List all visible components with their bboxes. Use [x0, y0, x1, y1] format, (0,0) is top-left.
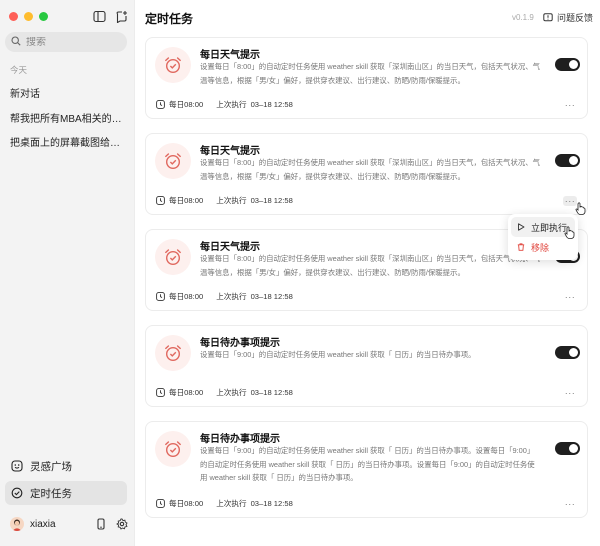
task-meta: 每日08:00 上次执行 03–18 12:58 — [156, 291, 293, 302]
settings-gear-icon[interactable] — [116, 518, 128, 530]
alarm-clock-icon — [155, 335, 191, 371]
task-last-run-label: 上次执行 — [216, 388, 247, 397]
task-meta: 每日08:00 上次执行 03–18 12:58 — [156, 99, 293, 110]
minimize-window-button[interactable] — [24, 12, 33, 21]
task-schedule: 每日08:00 — [169, 388, 204, 397]
hand-pointer-cursor-icon — [564, 226, 575, 239]
user-row: xiaxia — [10, 514, 128, 534]
sidebar-toggle-icon[interactable] — [93, 10, 106, 23]
task-description: 设置每日「9:00」的自动定时任务使用 weather skill 获取「 日历… — [200, 446, 535, 483]
task-title: 每日天气提示 — [200, 50, 260, 61]
nav-item-inspiration[interactable]: 灵感广场 — [5, 454, 127, 478]
more-options-button[interactable]: ··· — [563, 499, 577, 509]
task-meta: 每日08:00 上次执行 03–18 12:58 — [156, 387, 293, 398]
trash-icon — [517, 243, 525, 251]
alarm-clock-icon — [155, 143, 191, 179]
feedback-button[interactable]: 问题反馈 — [543, 11, 593, 24]
task-title: 每日天气提示 — [200, 146, 260, 157]
chat-item[interactable]: 帮我把所有MBA相关的广告… — [10, 110, 126, 125]
task-card[interactable]: 每日待办事项提示 设置每日「9:00」的自动定时任务使用 weather ski… — [145, 325, 588, 407]
check-circle-icon — [11, 487, 23, 499]
task-last-run-label: 上次执行 — [216, 499, 247, 508]
chat-item[interactable]: 新对话 — [10, 85, 126, 100]
new-chat-icon[interactable] — [115, 10, 128, 23]
task-last-run: 03–18 12:58 — [250, 499, 293, 508]
task-schedule: 每日08:00 — [169, 499, 204, 508]
chat-item[interactable]: 把桌面上的屏幕截图给我整… — [10, 134, 126, 149]
task-enable-toggle[interactable] — [555, 442, 580, 455]
toggle-knob — [569, 444, 578, 453]
task-last-run: 03–18 12:58 — [250, 388, 293, 397]
task-enable-toggle[interactable] — [555, 58, 580, 71]
close-window-button[interactable] — [9, 12, 18, 21]
toggle-knob — [569, 156, 578, 165]
task-description: 设置每日「9:00」的自动定时任务使用 weather skill 获取「 日历… — [200, 350, 476, 359]
clock-icon — [156, 292, 165, 301]
more-options-button[interactable]: ··· — [563, 292, 577, 302]
search-input[interactable] — [26, 36, 116, 48]
nav-item-label: 灵感广场 — [30, 460, 72, 473]
maximize-window-button[interactable] — [39, 12, 48, 21]
clock-icon — [156, 196, 165, 205]
search-box[interactable] — [5, 32, 127, 52]
clock-icon — [156, 100, 165, 109]
task-last-run-label: 上次执行 — [216, 292, 247, 301]
task-last-run: 03–18 12:58 — [250, 100, 293, 109]
clock-icon — [156, 388, 165, 397]
task-title: 每日待办事项提示 — [200, 338, 280, 349]
feedback-icon — [543, 12, 553, 23]
feedback-label: 问题反馈 — [557, 13, 594, 23]
alarm-clock-icon — [155, 239, 191, 275]
task-schedule: 每日08:00 — [169, 100, 204, 109]
page-title: 定时任务 — [145, 12, 194, 26]
remove-menu-item[interactable]: 移除 — [511, 237, 575, 257]
window-controls — [9, 12, 48, 21]
task-last-run-label: 上次执行 — [216, 196, 247, 205]
version-label: v0.1.9 — [512, 13, 534, 22]
nav-item-label: 定时任务 — [30, 487, 72, 500]
task-card[interactable]: 每日天气提示 设置每日「8:00」的自动定时任务使用 weather skill… — [145, 37, 588, 119]
search-icon — [11, 35, 21, 49]
main-panel: 定时任务 v0.1.9 问题反馈 每日天气提示 设置每日「8:00」的自动定时任… — [135, 0, 600, 546]
section-label-today: 今天 — [10, 65, 28, 75]
task-title: 每日待办事项提示 — [200, 434, 280, 445]
task-card[interactable]: 每日待办事项提示 设置每日「9:00」的自动定时任务使用 weather ski… — [145, 421, 588, 518]
user-name: xiaxia — [30, 518, 56, 530]
task-description: 设置每日「8:00」的自动定时任务使用 weather skill 获取「深圳南… — [200, 254, 541, 277]
clock-icon — [156, 499, 165, 508]
toggle-knob — [569, 348, 578, 357]
task-last-run-label: 上次执行 — [216, 100, 247, 109]
remove-label: 移除 — [531, 242, 550, 253]
alarm-clock-icon — [155, 431, 191, 467]
smile-icon — [11, 460, 23, 472]
task-schedule: 每日08:00 — [169, 196, 204, 205]
alarm-clock-icon — [155, 47, 191, 83]
task-last-run: 03–18 12:58 — [250, 292, 293, 301]
task-last-run: 03–18 12:58 — [250, 196, 293, 205]
play-icon — [517, 223, 525, 231]
task-card[interactable]: 每日天气提示 设置每日「8:00」的自动定时任务使用 weather skill… — [145, 133, 588, 215]
task-description: 设置每日「8:00」的自动定时任务使用 weather skill 获取「深圳南… — [200, 62, 541, 85]
toggle-knob — [569, 60, 578, 69]
sidebar-top-actions — [93, 10, 128, 23]
task-enable-toggle[interactable] — [555, 154, 580, 167]
task-schedule: 每日08:00 — [169, 292, 204, 301]
run-now-label: 立即执行 — [531, 222, 568, 233]
task-enable-toggle[interactable] — [555, 346, 580, 359]
phone-icon[interactable] — [95, 518, 107, 530]
task-meta: 每日08:00 上次执行 03–18 12:58 — [156, 498, 293, 509]
user-actions — [95, 518, 128, 530]
task-description: 设置每日「8:00」的自动定时任务使用 weather skill 获取「深圳南… — [200, 158, 541, 181]
more-options-button[interactable]: ··· — [563, 388, 577, 398]
task-title: 每日天气提示 — [200, 242, 260, 253]
more-options-button[interactable]: ··· — [563, 100, 577, 110]
task-meta: 每日08:00 上次执行 03–18 12:58 — [156, 195, 293, 206]
avatar[interactable] — [10, 517, 24, 531]
app-window: 今天 新对话 帮我把所有MBA相关的广告… 把桌面上的屏幕截图给我整… 灵感广场… — [0, 0, 600, 546]
hand-pointer-cursor-icon — [575, 202, 586, 215]
nav-item-scheduled-tasks[interactable]: 定时任务 — [5, 481, 127, 505]
sidebar: 今天 新对话 帮我把所有MBA相关的广告… 把桌面上的屏幕截图给我整… 灵感广场… — [0, 0, 135, 546]
